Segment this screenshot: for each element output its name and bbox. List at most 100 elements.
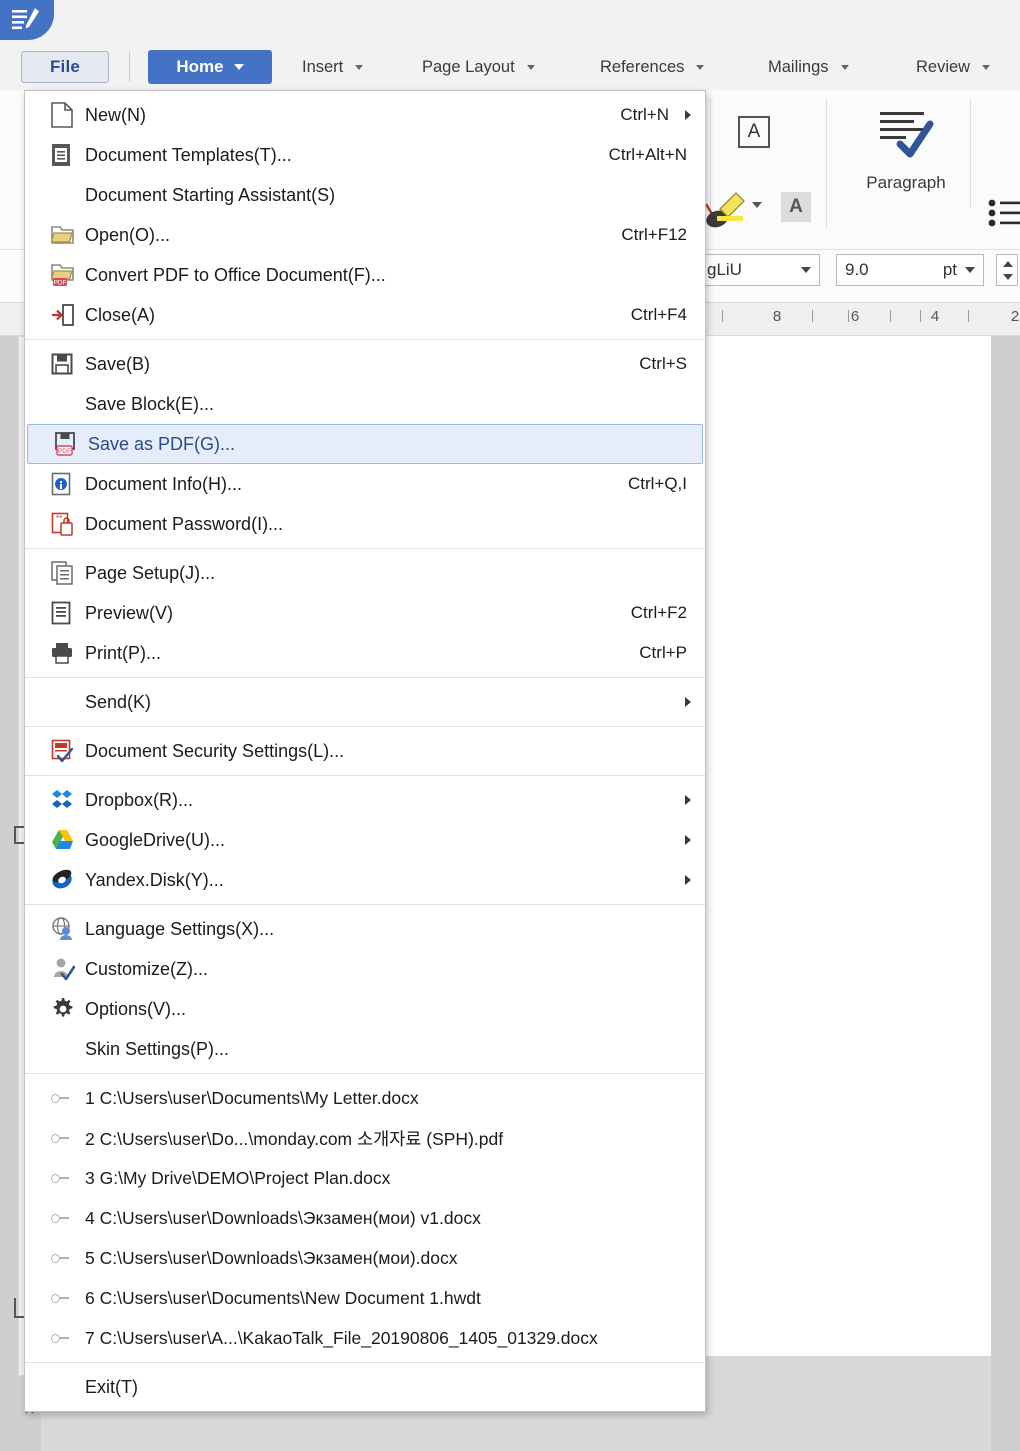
ruler-tick-label: 8 (772, 308, 782, 325)
menu-item-options[interactable]: Options(V)... (25, 989, 705, 1029)
tab-insert[interactable]: Insert (302, 52, 364, 82)
recent-file-item[interactable]: 1 C:\Users\user\Documents\My Letter.docx (25, 1078, 705, 1118)
menu-item-customize[interactable]: Customize(Z)... (25, 949, 705, 989)
recent-file-pin-icon[interactable] (51, 1173, 85, 1183)
menu-item-convert-pdf[interactable]: PDF Convert PDF to Office Document(F)... (25, 255, 705, 295)
menu-item-label: Document Templates(T)... (85, 144, 292, 165)
stepper-down-icon[interactable] (1003, 274, 1013, 280)
text-box-icon[interactable]: A (738, 116, 770, 148)
menu-item-save-block[interactable]: Save Block(E)... (25, 384, 705, 424)
menu-item-shortcut: Ctrl+F4 (630, 305, 687, 324)
file-menu[interactable]: New(N) Ctrl+N Document Templates(T)... C… (24, 90, 706, 1412)
recent-file-path: C:\Users\user\A...\KakaoTalk_File_201908… (99, 1327, 598, 1348)
menu-item-exit[interactable]: Exit(T) (25, 1367, 705, 1407)
menu-item-send[interactable]: Send(K) (25, 682, 705, 722)
menu-item-skin-settings[interactable]: Skin Settings(P)... (25, 1029, 705, 1069)
recent-file-pin-icon[interactable] (51, 1293, 85, 1303)
preview-icon (51, 601, 85, 625)
options-gear-icon (51, 997, 85, 1021)
menu-item-yandexdisk[interactable]: Yandex.Disk(Y)... (25, 860, 705, 900)
googledrive-icon (51, 829, 85, 851)
menu-item-label: Preview(V) (85, 602, 174, 623)
menu-item-document-templates[interactable]: Document Templates(T)... Ctrl+Alt+N (25, 135, 705, 175)
chevron-down-icon[interactable] (965, 267, 975, 273)
menu-item-googledrive[interactable]: GoogleDrive(U)... (25, 820, 705, 860)
font-name-input[interactable]: gLiU (700, 254, 820, 286)
chevron-down-icon[interactable] (801, 267, 811, 273)
paragraph-group[interactable]: Paragraph (836, 108, 976, 193)
recent-file-item[interactable]: 4 C:\Users\user\Downloads\Экзамен(мои) v… (25, 1198, 705, 1238)
menu-item-document-info[interactable]: Document Info(H)... Ctrl+Q,I (25, 464, 705, 504)
file-tab-button[interactable]: File (21, 51, 109, 83)
recent-file-path: G:\My Drive\DEMO\Project Plan.docx (99, 1167, 391, 1188)
text-highlight-icon[interactable]: A (781, 192, 811, 222)
recent-file-index: 5 (85, 1247, 95, 1268)
menu-item-dropbox[interactable]: Dropbox(R)... (25, 780, 705, 820)
chevron-down-icon[interactable] (752, 202, 762, 208)
menu-item-label: Save Block(E)... (85, 393, 215, 414)
recent-file-item[interactable]: 6 C:\Users\user\Documents\New Document 1… (25, 1278, 705, 1318)
recent-file-item[interactable]: 7 C:\Users\user\A...\KakaoTalk_File_2019… (25, 1318, 705, 1358)
menu-item-label: Document Password(I)... (85, 513, 284, 534)
tab-references[interactable]: References (600, 52, 705, 82)
menu-item-new[interactable]: New(N) Ctrl+N (25, 95, 705, 135)
menu-item-label: Yandex.Disk(Y)... (85, 869, 224, 890)
menu-item-language-settings[interactable]: Language Settings(X)... (25, 909, 705, 949)
menu-item-preview[interactable]: Preview(V) Ctrl+F2 (25, 593, 705, 633)
recent-file-pin-icon[interactable] (51, 1213, 85, 1223)
recent-file-pin-icon[interactable] (51, 1333, 85, 1343)
tab-page-layout[interactable]: Page Layout (422, 52, 535, 82)
bulleted-list-icon[interactable] (988, 198, 1020, 237)
tab-home-label: Home (176, 57, 224, 76)
submenu-arrow-icon (685, 697, 691, 707)
menu-item-page-setup[interactable]: Page Setup(J)... (25, 553, 705, 593)
recent-file-item[interactable]: 5 C:\Users\user\Downloads\Экзамен(мои).d… (25, 1238, 705, 1278)
document-templates-icon (51, 142, 85, 168)
recent-file-index: 2 (85, 1128, 95, 1149)
tab-review[interactable]: Review (916, 52, 991, 82)
menu-item-close[interactable]: Close(A) Ctrl+F4 (25, 295, 705, 335)
menu-item-label: Options(V)... (85, 998, 187, 1019)
menu-separator (25, 1362, 705, 1363)
menu-item-label: Document Starting Assistant(S) (85, 184, 336, 205)
menu-item-print[interactable]: Print(P)... Ctrl+P (25, 633, 705, 673)
chevron-down-icon (840, 64, 849, 70)
font-size-input[interactable]: 9.0 pt (836, 254, 984, 286)
tab-home[interactable]: Home (148, 50, 272, 84)
font-size-unit: pt (942, 260, 957, 279)
page-setup-icon (51, 561, 85, 585)
menu-item-label: Print(P)... (85, 642, 162, 663)
menu-item-label: Language Settings(X)... (85, 918, 275, 939)
chevron-down-icon (526, 64, 535, 70)
recent-file-pin-icon[interactable] (51, 1133, 85, 1143)
highlighter-icon[interactable] (714, 190, 754, 229)
app-logo-icon[interactable] (0, 0, 54, 40)
menu-item-open[interactable]: Open(O)... Ctrl+F12 (25, 215, 705, 255)
menu-item-document-starting-assistant[interactable]: Document Starting Assistant(S) (25, 175, 705, 215)
save-pdf-icon: PDF (54, 432, 88, 456)
chevron-down-icon (233, 64, 244, 70)
submenu-arrow-icon (685, 795, 691, 805)
close-door-icon (51, 303, 85, 327)
document-password-icon: ** (51, 512, 85, 536)
menu-item-shortcut: Ctrl+F2 (630, 603, 687, 622)
recent-file-pin-icon[interactable] (51, 1253, 85, 1263)
ribbon-divider (826, 98, 827, 228)
menu-item-save-as-pdf[interactable]: PDF Save as PDF(G)... (27, 424, 703, 464)
menu-item-label: Convert PDF to Office Document(F)... (85, 264, 386, 285)
menu-item-save[interactable]: Save(B) Ctrl+S (25, 344, 705, 384)
menu-item-label: Close(A) (85, 304, 156, 325)
menu-separator (25, 677, 705, 678)
recent-file-item[interactable]: 3 G:\My Drive\DEMO\Project Plan.docx (25, 1158, 705, 1198)
font-size-stepper[interactable] (996, 254, 1018, 286)
recent-file-path: C:\Users\user\Documents\My Letter.docx (99, 1087, 419, 1108)
menu-item-document-password[interactable]: ** Document Password(I)... (25, 504, 705, 544)
recent-file-item[interactable]: 2 C:\Users\user\Do...\monday.com 소개자료 (S… (25, 1118, 705, 1158)
recent-file-path: C:\Users\user\Do...\monday.com 소개자료 (SPH… (99, 1128, 504, 1149)
tab-mailings[interactable]: Mailings (768, 52, 849, 82)
recent-file-pin-icon[interactable] (51, 1093, 85, 1103)
stepper-up-icon[interactable] (1003, 261, 1013, 267)
menu-item-label: Skin Settings(P)... (85, 1038, 230, 1059)
menu-item-document-security-settings[interactable]: Document Security Settings(L)... (25, 731, 705, 771)
tab-mailings-label: Mailings (768, 57, 829, 76)
